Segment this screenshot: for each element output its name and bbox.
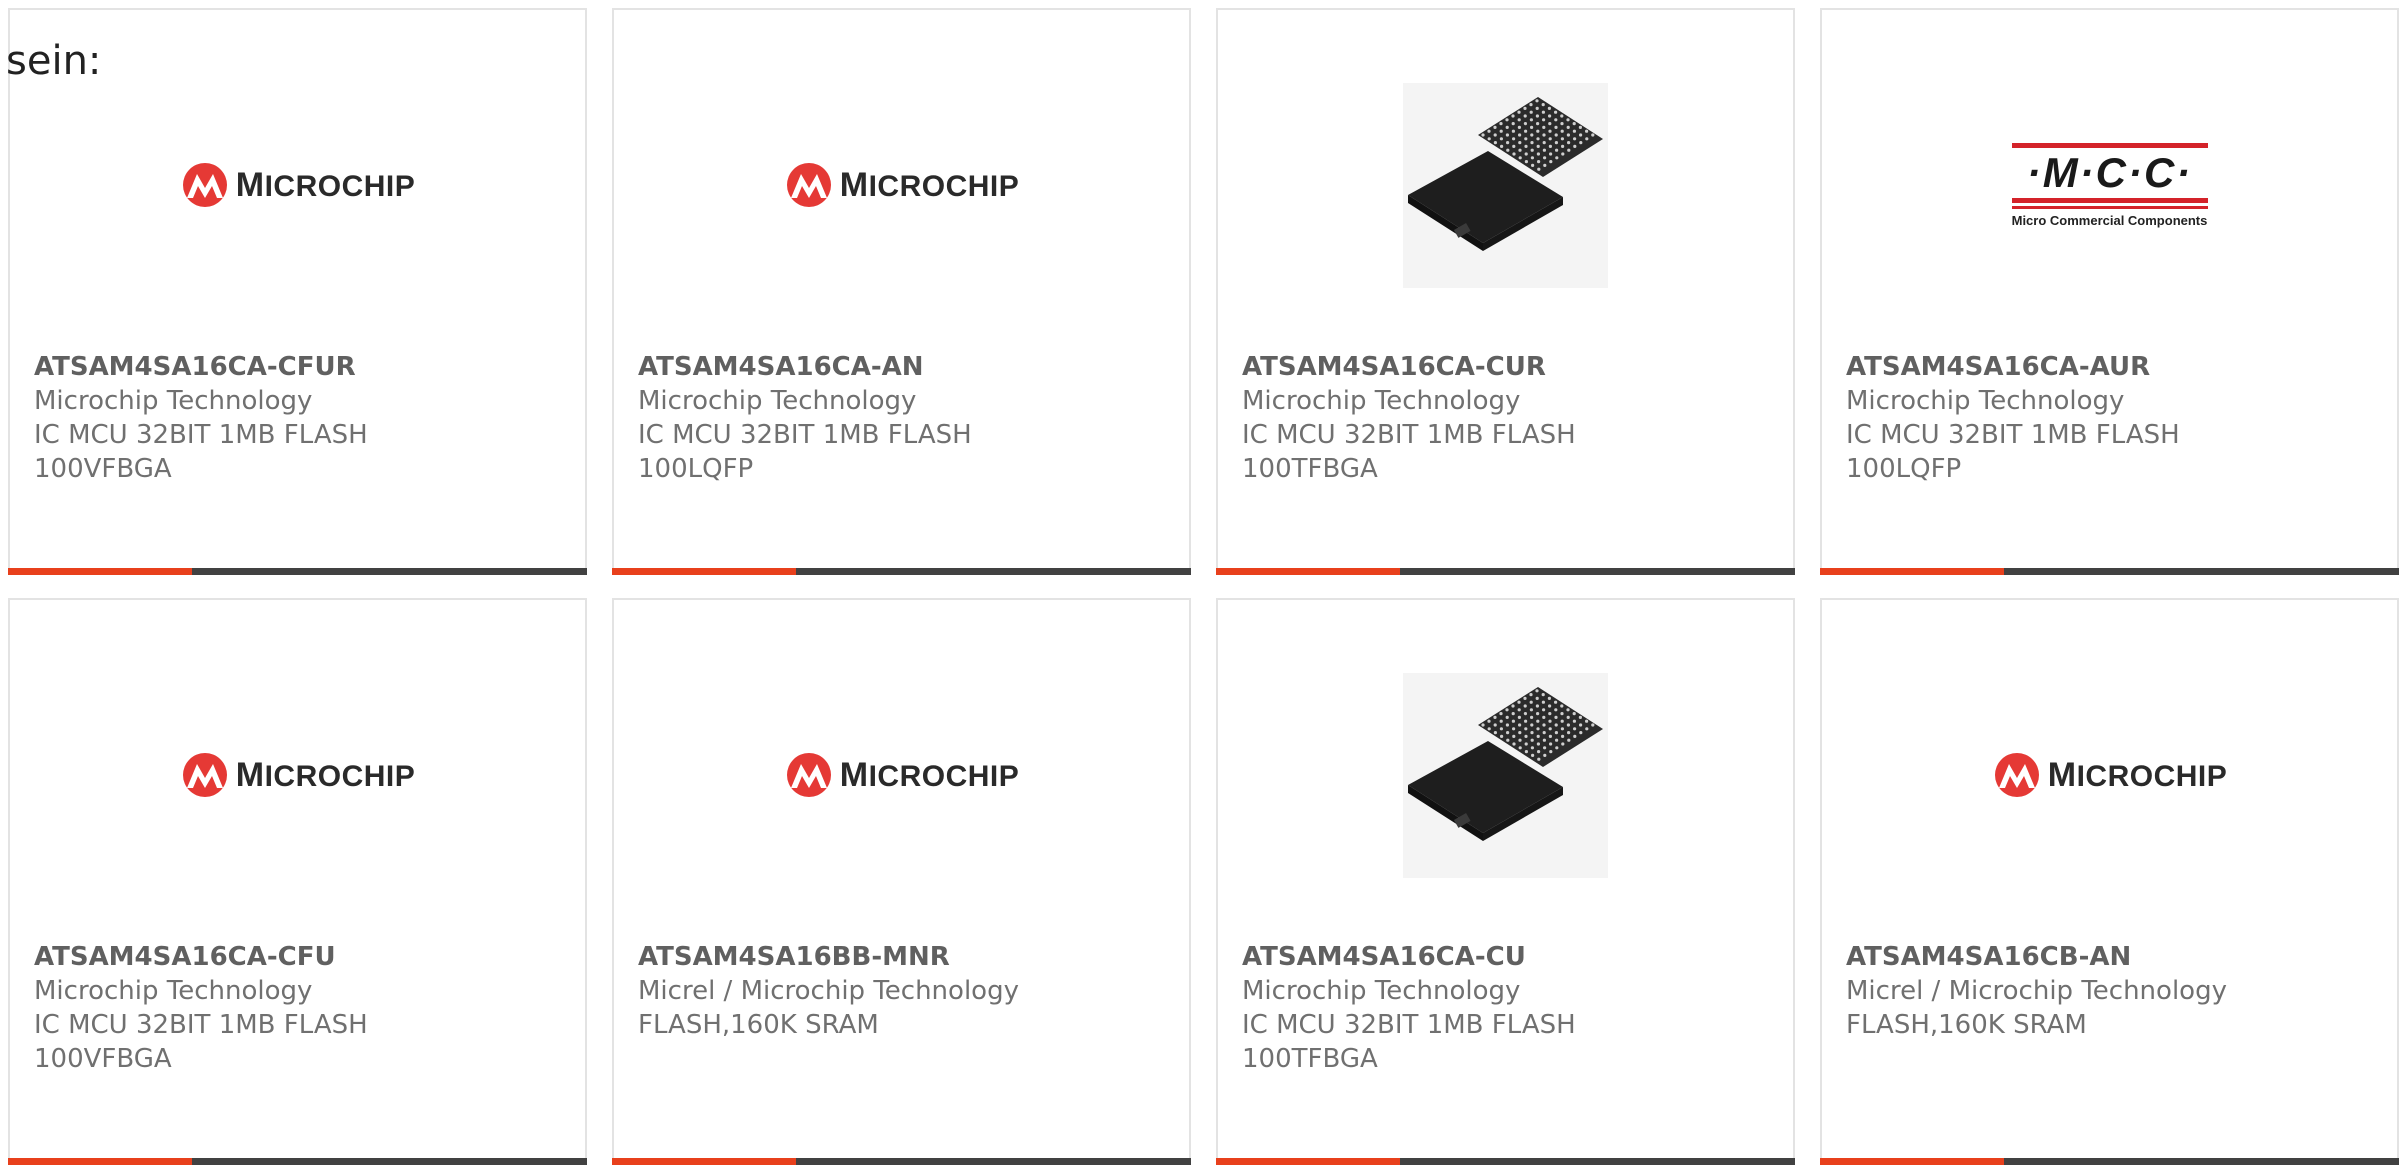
part-number-link[interactable]: ATSAM4SA16CA-CU xyxy=(1242,940,1773,974)
microchip-logo: MICROCHIP xyxy=(784,162,1020,208)
product-grid: MICROCHIP ATSAM4SA16CA-CFUR Microchip Te… xyxy=(8,8,2399,1165)
description-line: IC MCU 32BIT 1MB FLASH xyxy=(34,420,368,450)
bga-chip-photo xyxy=(1403,82,1608,288)
microchip-wordmark: MICROCHIP xyxy=(2047,755,2228,794)
product-info: ATSAM4SA16CA-AN Microchip Technology IC … xyxy=(638,350,1169,486)
description-line: 100TFBGA xyxy=(1242,454,1378,484)
microchip-emblem-icon xyxy=(1994,753,2039,797)
part-number-link[interactable]: ATSAM4SA16CB-AN xyxy=(1846,940,2377,974)
card-bottom-bar xyxy=(612,568,1191,575)
part-number-link[interactable]: ATSAM4SA16CA-CFUR xyxy=(34,350,565,384)
description-line: 100VFBGA xyxy=(34,454,172,484)
product-card[interactable]: MICROCHIP ATSAM4SA16CA-CFUR Microchip Te… xyxy=(8,8,587,575)
card-bottom-bar xyxy=(612,1158,1191,1165)
product-image[interactable]: MICROCHIP xyxy=(1822,670,2397,880)
microchip-logo: MICROCHIP xyxy=(180,752,416,798)
part-number-link[interactable]: ATSAM4SA16CA-CUR xyxy=(1242,350,1773,384)
card-bottom-bar xyxy=(1820,1158,2399,1165)
microchip-wordmark: MICROCHIP xyxy=(235,755,416,794)
microchip-logo: MICROCHIP xyxy=(1992,752,2228,798)
description-line: IC MCU 32BIT 1MB FLASH xyxy=(34,1010,368,1040)
description-line: 100TFBGA xyxy=(1242,1044,1378,1074)
microchip-wordmark: MICROCHIP xyxy=(235,165,416,204)
microchip-wordmark: MICROCHIP xyxy=(839,165,1020,204)
manufacturer: Microchip Technology xyxy=(1846,386,2125,416)
part-number-link[interactable]: ATSAM4SA16CA-CFU xyxy=(34,940,565,974)
card-bottom-bar xyxy=(1820,568,2399,575)
manufacturer: Microchip Technology xyxy=(34,976,313,1006)
description-line: FLASH,160K SRAM xyxy=(1846,1010,2087,1040)
intro-text: sein: xyxy=(6,38,102,84)
microchip-logo: MICROCHIP xyxy=(180,162,416,208)
manufacturer: Microchip Technology xyxy=(1242,386,1521,416)
microchip-logo: MICROCHIP xyxy=(784,752,1020,798)
manufacturer: Micrel / Microchip Technology xyxy=(1846,976,2227,1006)
product-card[interactable]: MICROCHIP ATSAM4SA16CA-CFU Microchip Tec… xyxy=(8,598,587,1165)
product-info: ATSAM4SA16CB-AN Micrel / Microchip Techn… xyxy=(1846,940,2377,1042)
product-image[interactable]: MICROCHIP xyxy=(614,80,1189,290)
part-number-link[interactable]: ATSAM4SA16BB-MNR xyxy=(638,940,1169,974)
microchip-wordmark: MICROCHIP xyxy=(839,755,1020,794)
product-image[interactable]: MICROCHIP xyxy=(10,670,585,880)
manufacturer: Microchip Technology xyxy=(638,386,917,416)
product-image[interactable]: MICROCHIP xyxy=(614,670,1189,880)
description-line: 100LQFP xyxy=(1846,454,1962,484)
product-info: ATSAM4SA16BB-MNR Micrel / Microchip Tech… xyxy=(638,940,1169,1042)
microchip-emblem-icon xyxy=(786,753,831,797)
card-bottom-bar xyxy=(1216,1158,1795,1165)
manufacturer: Microchip Technology xyxy=(34,386,313,416)
product-image[interactable] xyxy=(1218,670,1793,880)
description-line: 100LQFP xyxy=(638,454,754,484)
product-info: ATSAM4SA16CA-CFUR Microchip Technology I… xyxy=(34,350,565,486)
bga-chip-photo xyxy=(1403,672,1608,878)
description-line: FLASH,160K SRAM xyxy=(638,1010,879,1040)
product-info: ATSAM4SA16CA-AUR Microchip Technology IC… xyxy=(1846,350,2377,486)
description-line: IC MCU 32BIT 1MB FLASH xyxy=(1242,1010,1576,1040)
manufacturer: Microchip Technology xyxy=(1242,976,1521,1006)
microchip-emblem-icon xyxy=(786,163,831,207)
product-card[interactable]: MICROCHIP ATSAM4SA16BB-MNR Micrel / Micr… xyxy=(612,598,1191,1165)
description-line: IC MCU 32BIT 1MB FLASH xyxy=(638,420,972,450)
product-image[interactable] xyxy=(1218,80,1793,290)
card-bottom-bar xyxy=(8,568,587,575)
product-image[interactable]: ·M·C·C· Micro Commercial Components xyxy=(1822,80,2397,290)
description-line: 100VFBGA xyxy=(34,1044,172,1074)
mcc-logo: ·M·C·C· Micro Commercial Components xyxy=(2011,142,2208,228)
product-card[interactable]: MICROCHIP ATSAM4SA16CB-AN Micrel / Micro… xyxy=(1820,598,2399,1165)
description-line: IC MCU 32BIT 1MB FLASH xyxy=(1846,420,2180,450)
product-info: ATSAM4SA16CA-CFU Microchip Technology IC… xyxy=(34,940,565,1076)
part-number-link[interactable]: ATSAM4SA16CA-AUR xyxy=(1846,350,2377,384)
card-bottom-bar xyxy=(1216,568,1795,575)
description-line: IC MCU 32BIT 1MB FLASH xyxy=(1242,420,1576,450)
part-number-link[interactable]: ATSAM4SA16CA-AN xyxy=(638,350,1169,384)
product-card[interactable]: ATSAM4SA16CA-CU Microchip Technology IC … xyxy=(1216,598,1795,1165)
product-info: ATSAM4SA16CA-CUR Microchip Technology IC… xyxy=(1242,350,1773,486)
product-card[interactable]: ATSAM4SA16CA-CUR Microchip Technology IC… xyxy=(1216,8,1795,575)
product-card[interactable]: MICROCHIP ATSAM4SA16CA-AN Microchip Tech… xyxy=(612,8,1191,575)
product-info: ATSAM4SA16CA-CU Microchip Technology IC … xyxy=(1242,940,1773,1076)
microchip-emblem-icon xyxy=(182,163,227,207)
card-bottom-bar xyxy=(8,1158,587,1165)
manufacturer: Micrel / Microchip Technology xyxy=(638,976,1019,1006)
microchip-emblem-icon xyxy=(182,753,227,797)
product-image[interactable]: MICROCHIP xyxy=(10,80,585,290)
product-card[interactable]: ·M·C·C· Micro Commercial Components ATSA… xyxy=(1820,8,2399,575)
